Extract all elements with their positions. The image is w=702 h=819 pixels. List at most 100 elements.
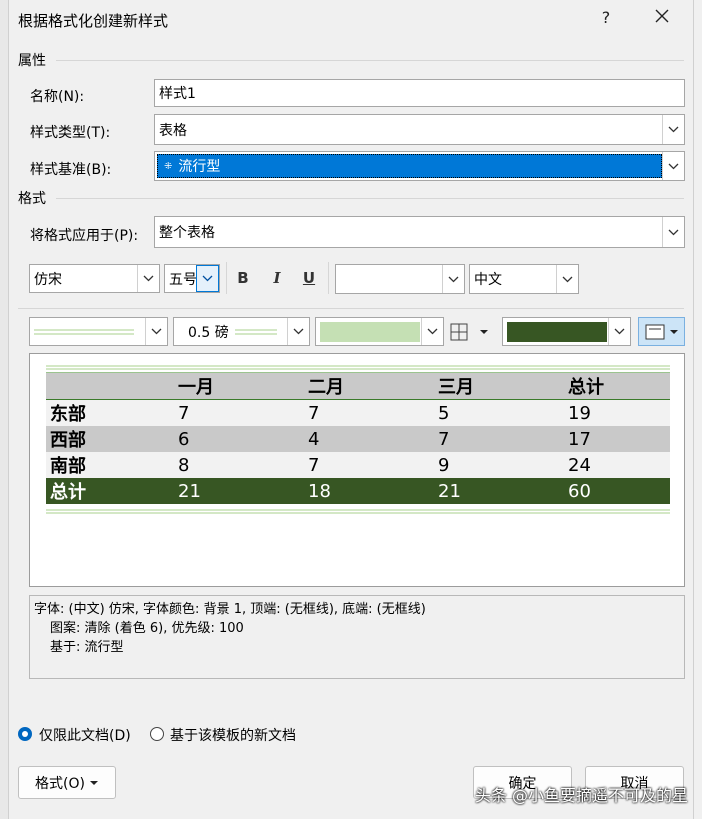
caret-down-icon bbox=[89, 780, 98, 785]
language-select[interactable]: 中文 bbox=[469, 264, 579, 294]
dialog-title: 根据格式化创建新样式 bbox=[18, 12, 169, 30]
new-docs-label: 基于该模板的新文档 bbox=[170, 728, 296, 744]
style-type-dropdown[interactable] bbox=[662, 115, 684, 144]
table-cell: 18 bbox=[304, 478, 434, 504]
format-button-label: 格式(O) bbox=[35, 775, 85, 792]
table-row: 东部 7 7 5 19 bbox=[46, 399, 670, 426]
apply-to-label: 将格式应用于(P): bbox=[30, 228, 139, 244]
table-cell: 二月 bbox=[304, 372, 434, 400]
style-base-dropdown[interactable] bbox=[662, 152, 684, 180]
close-button[interactable] bbox=[650, 8, 674, 27]
toolbar-separator bbox=[328, 262, 329, 294]
font-size-value: 五号 bbox=[169, 271, 197, 288]
apply-to-select[interactable]: 整个表格 bbox=[154, 216, 685, 248]
border-style-select[interactable] bbox=[29, 317, 168, 346]
line-weight-dropdown[interactable] bbox=[287, 318, 309, 345]
font-value: 仿宋 bbox=[34, 271, 62, 288]
style-type-select[interactable]: 表格 bbox=[154, 114, 685, 145]
table-cell: 南部 bbox=[46, 452, 174, 478]
underline-button[interactable]: U bbox=[298, 266, 320, 290]
chevron-down-icon bbox=[427, 328, 438, 335]
apply-to-value: 整个表格 bbox=[159, 225, 215, 241]
table-cell: 5 bbox=[434, 399, 564, 426]
align-cell-icon bbox=[645, 324, 664, 339]
chevron-down-icon bbox=[143, 275, 154, 282]
description-line: 字体: (中文) 仿宋, 字体颜色: 背景 1, 顶端: (无框线), 底端: … bbox=[34, 602, 426, 617]
table-cell: 东部 bbox=[46, 399, 174, 426]
chevron-down-icon bbox=[293, 328, 304, 335]
table-cell: 7 bbox=[304, 399, 434, 426]
name-input[interactable]: 样式1 bbox=[154, 79, 685, 107]
style-base-select[interactable]: ⁜ 流行型 bbox=[154, 151, 685, 181]
shading-color-select[interactable] bbox=[502, 317, 631, 346]
chevron-down-icon bbox=[151, 328, 162, 335]
caret-down-icon bbox=[480, 330, 488, 334]
bold-button[interactable]: B bbox=[232, 266, 254, 290]
close-icon bbox=[655, 9, 669, 23]
chevron-down-icon bbox=[668, 163, 679, 169]
style-type-value: 表格 bbox=[159, 122, 187, 139]
watermark: 头条 @小鱼要摘遥不可及的星 bbox=[474, 786, 688, 805]
style-description: 字体: (中文) 仿宋, 字体颜色: 背景 1, 顶端: (无框线), 底端: … bbox=[29, 595, 685, 679]
divider bbox=[56, 198, 684, 199]
table-style-icon: ⁜ bbox=[164, 160, 173, 172]
table-row: 一月 二月 三月 总计 bbox=[46, 372, 670, 400]
border-color-dropdown[interactable] bbox=[421, 318, 443, 345]
line-weight-value: 0.5 磅 bbox=[188, 324, 229, 341]
border-color-select[interactable] bbox=[315, 317, 444, 346]
borders-button[interactable] bbox=[450, 320, 494, 344]
table-cell: 总计 bbox=[46, 478, 174, 504]
font-select[interactable]: 仿宋 bbox=[29, 264, 160, 293]
description-line: 基于: 流行型 bbox=[50, 640, 124, 655]
help-button[interactable]: ? bbox=[596, 8, 616, 27]
double-line-style-icon bbox=[34, 329, 134, 334]
format-heading: 格式 bbox=[18, 191, 46, 207]
properties-heading: 属性 bbox=[18, 53, 46, 69]
chevron-down-icon bbox=[668, 126, 679, 133]
table-cell: 7 bbox=[434, 426, 564, 452]
table-cell: 7 bbox=[304, 452, 434, 478]
format-menu-button[interactable]: 格式(O) bbox=[18, 766, 116, 799]
font-dropdown[interactable] bbox=[137, 265, 159, 292]
table-cell: 4 bbox=[304, 426, 434, 452]
font-size-select[interactable]: 五号 bbox=[164, 264, 220, 293]
language-value: 中文 bbox=[474, 272, 502, 288]
bottom-border-lines bbox=[46, 509, 670, 514]
style-type-label: 样式类型(T): bbox=[30, 125, 111, 141]
caret-down-icon bbox=[669, 329, 678, 334]
style-base-value: 流行型 bbox=[178, 159, 221, 175]
only-this-doc-radio[interactable] bbox=[18, 727, 32, 741]
apply-to-dropdown[interactable] bbox=[662, 217, 684, 247]
table-cell: 一月 bbox=[174, 372, 304, 400]
italic-button[interactable]: I bbox=[266, 266, 288, 290]
name-value: 样式1 bbox=[159, 86, 196, 102]
table-cell: 7 bbox=[174, 399, 304, 426]
font-color-dropdown[interactable] bbox=[442, 265, 464, 293]
only-this-doc-label: 仅限此文档(D) bbox=[39, 728, 131, 744]
table-row: 西部 6 4 7 17 bbox=[46, 426, 670, 452]
font-size-dropdown[interactable] bbox=[196, 265, 219, 292]
style-base-label: 样式基准(B): bbox=[30, 162, 112, 178]
border-style-dropdown[interactable] bbox=[145, 318, 167, 345]
divider bbox=[56, 60, 684, 61]
divider bbox=[18, 308, 684, 309]
double-line-weight-icon bbox=[234, 329, 277, 334]
line-weight-select[interactable]: 0.5 磅 bbox=[173, 317, 310, 346]
table-row: 南部 8 7 9 24 bbox=[46, 452, 670, 478]
shading-color-dropdown[interactable] bbox=[608, 318, 630, 345]
table-cell: 6 bbox=[174, 426, 304, 452]
table-cell: 8 bbox=[174, 452, 304, 478]
background-window-strip bbox=[0, 0, 8, 819]
style-preview: 一月 二月 三月 总计 东部 7 7 5 19 西部 6 4 7 17 南部 8… bbox=[29, 353, 685, 587]
table-cell: 60 bbox=[564, 478, 670, 504]
table-cell: 三月 bbox=[434, 372, 564, 400]
cell-alignment-button[interactable] bbox=[638, 317, 685, 346]
language-dropdown[interactable] bbox=[556, 265, 578, 293]
font-color-select[interactable] bbox=[335, 264, 465, 294]
preview-table: 一月 二月 三月 总计 东部 7 7 5 19 西部 6 4 7 17 南部 8… bbox=[46, 372, 670, 504]
shading-color-swatch bbox=[507, 321, 607, 342]
name-label: 名称(N): bbox=[30, 89, 85, 105]
new-docs-radio[interactable] bbox=[150, 727, 164, 741]
chevron-down-icon bbox=[614, 328, 625, 335]
table-cell: 总计 bbox=[564, 372, 670, 400]
